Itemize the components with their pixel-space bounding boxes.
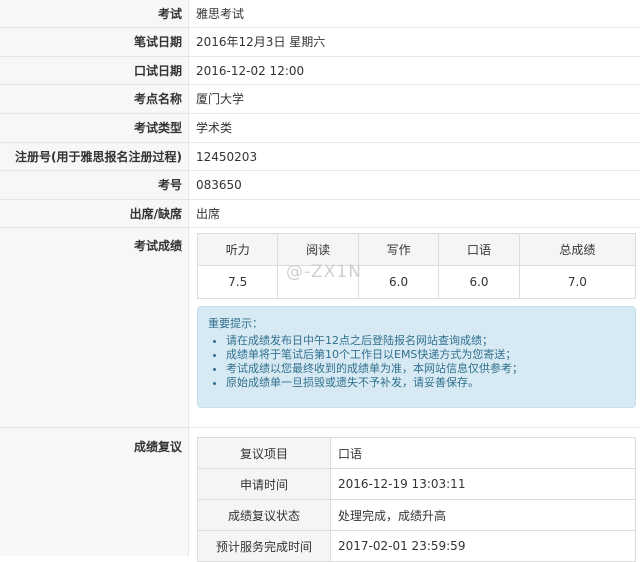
- review-table: 复议项目 口语 申请时间 2016-12-19 13:03:11 成绩复议状态 …: [197, 437, 636, 562]
- score-header: 阅读: [277, 233, 359, 266]
- score-header: 总成绩: [518, 233, 637, 266]
- label-exam-type: 考试类型: [0, 114, 189, 142]
- label-score-review: 成绩复议: [0, 428, 189, 556]
- review-row: 成绩复议状态 处理完成，成绩升高: [197, 499, 636, 531]
- value-candidate-number: 083650: [196, 178, 242, 192]
- value-written-date: 2016年12月3日 星期六: [196, 35, 326, 49]
- score-writing: 6.0: [357, 265, 440, 299]
- notice-list: 请在成绩发布日中午12点之后登陆报名网站查询成绩； 成绩单将于笔试后第10个工作…: [208, 334, 625, 390]
- label-exam: 考试: [0, 0, 189, 27]
- score-header: 听力: [196, 233, 279, 266]
- score-value-row: 7.5 6.0 6.0 7.0: [196, 265, 637, 299]
- label-speaking-date: 口试日期: [0, 57, 189, 84]
- score-speaking: 6.0: [438, 265, 520, 299]
- score-reading: [277, 265, 359, 299]
- row-speaking-date: 口试日期 2016-12-02 12:00: [0, 57, 640, 85]
- score-header: 口语: [438, 233, 520, 266]
- label-scores: 考试成绩: [0, 228, 189, 427]
- review-key: 成绩复议状态: [197, 499, 331, 531]
- value-exam: 雅思考试: [196, 7, 245, 21]
- score-report-page: 考试 雅思考试 笔试日期 2016年12月3日 星期六 口试日期 2016-12…: [0, 0, 640, 562]
- review-key: 复议项目: [197, 437, 331, 469]
- notice-item: 原始成绩单一旦损毁或遗失不予补发，请妥善保存。: [226, 376, 625, 390]
- row-exam-type: 考试类型 学术类: [0, 114, 640, 143]
- important-notice: 重要提示： 请在成绩发布日中午12点之后登陆报名网站查询成绩； 成绩单将于笔试后…: [197, 306, 636, 408]
- notice-item: 考试成绩以您最终收到的成绩单为准，本网站信息仅供参考；: [226, 362, 625, 376]
- review-key: 申请时间: [197, 468, 331, 500]
- score-overall: 7.0: [518, 265, 637, 299]
- label-test-center: 考点名称: [0, 85, 189, 113]
- score-listening: 7.5: [196, 265, 279, 299]
- value-attendance: 出席: [196, 207, 221, 221]
- notice-item: 请在成绩发布日中午12点之后登陆报名网站查询成绩；: [226, 334, 625, 348]
- row-exam: 考试 雅思考试: [0, 0, 640, 28]
- value-exam-type: 学术类: [196, 121, 233, 135]
- score-header: 写作: [357, 233, 440, 266]
- review-row: 复议项目 口语: [197, 437, 636, 469]
- row-test-center: 考点名称 厦门大学: [0, 85, 640, 114]
- row-attendance: 出席/缺席 出席: [0, 200, 640, 228]
- row-written-date: 笔试日期 2016年12月3日 星期六: [0, 28, 640, 57]
- label-candidate-number: 考号: [0, 171, 189, 199]
- label-attendance: 出席/缺席: [0, 200, 189, 227]
- row-candidate-number: 考号 083650: [0, 171, 640, 200]
- review-row: 申请时间 2016-12-19 13:03:11: [197, 468, 636, 500]
- test-center-link[interactable]: 厦门大学: [196, 85, 244, 113]
- row-registration-number: 注册号(用于雅思报名注册过程) 12450203: [0, 143, 640, 171]
- label-registration-number: 注册号(用于雅思报名注册过程): [0, 143, 189, 170]
- notice-title: 重要提示：: [208, 317, 263, 330]
- review-value: 2016-12-19 13:03:11: [330, 468, 636, 500]
- review-value: 2017-02-01 23:59:59: [330, 530, 636, 562]
- review-value: 口语: [330, 437, 636, 469]
- score-header-row: 听力 阅读 写作 口语 总成绩: [196, 233, 637, 266]
- review-key: 预计服务完成时间: [197, 530, 331, 562]
- score-table: 听力 阅读 写作 口语 总成绩 7.5 6.0 6.0 7.0: [196, 233, 637, 299]
- review-value: 处理完成，成绩升高: [330, 499, 636, 531]
- value-speaking-date: 2016-12-02 12:00: [196, 64, 305, 78]
- label-written-date: 笔试日期: [0, 28, 189, 56]
- value-registration-number: 12450203: [196, 150, 258, 164]
- notice-item: 成绩单将于笔试后第10个工作日以EMS快递方式为您寄送；: [226, 348, 625, 362]
- review-row: 预计服务完成时间 2017-02-01 23:59:59: [197, 530, 636, 562]
